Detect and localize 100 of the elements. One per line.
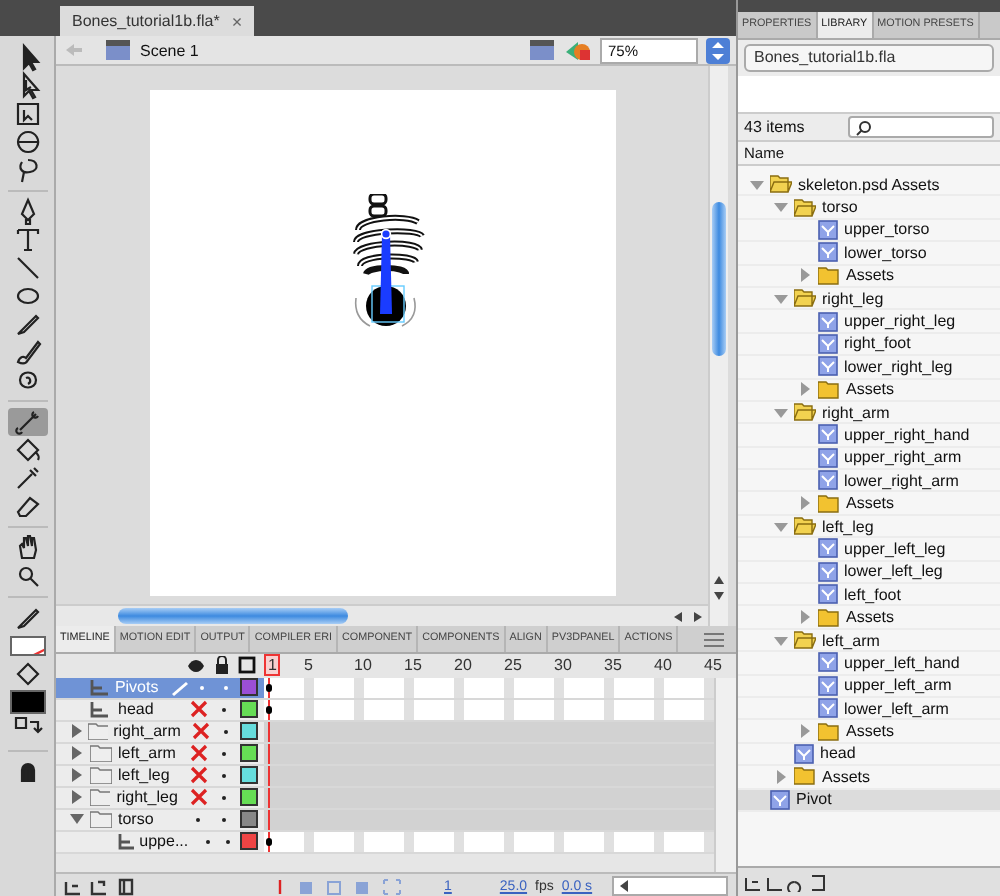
- layer-row[interactable]: uppe...: [56, 831, 264, 854]
- library-item[interactable]: right_foot: [738, 333, 1000, 357]
- layer-row[interactable]: right_leg: [56, 787, 264, 810]
- visible-dot[interactable]: [200, 685, 205, 690]
- layer-color-swatch[interactable]: [240, 832, 259, 851]
- library-item-name: Assets: [846, 266, 895, 285]
- library-item[interactable]: Assets: [738, 379, 1000, 402]
- library-item[interactable]: upper_right_arm: [738, 447, 1000, 471]
- disclosure-triangle-icon[interactable]: [774, 291, 788, 306]
- hidden-x-icon[interactable]: [192, 722, 211, 741]
- library-item[interactable]: Pivot: [738, 789, 1000, 812]
- layer-color-swatch[interactable]: [240, 810, 258, 829]
- library-item-name: upper_right_hand: [844, 425, 970, 444]
- hidden-x-icon[interactable]: [189, 700, 207, 719]
- hidden-x-icon[interactable]: [190, 788, 209, 807]
- horizontal-scrollbar-thumb[interactable]: [118, 608, 348, 624]
- library-document-dropdown[interactable]: Bones_tutorial1b.fla: [744, 44, 994, 72]
- layer-color-swatch[interactable]: [240, 678, 259, 697]
- layer-name: torso: [118, 810, 154, 829]
- library-item[interactable]: upper_left_hand: [738, 652, 1000, 676]
- layer-color-swatch[interactable]: [240, 744, 258, 763]
- frame-number: 35: [604, 656, 622, 674]
- disclosure-triangle-icon[interactable]: [774, 405, 788, 420]
- layer-color-swatch[interactable]: [240, 766, 258, 785]
- library-item[interactable]: upper_right_hand: [738, 424, 1000, 448]
- layer-row[interactable]: torso: [56, 809, 264, 832]
- library-item-name: lower_right_leg: [844, 357, 953, 376]
- layer-name: left_leg: [118, 766, 170, 785]
- disclosure-triangle-icon[interactable]: [774, 633, 788, 647]
- disclosure-triangle-icon[interactable]: [798, 724, 812, 739]
- disclosure-triangle-icon[interactable]: [70, 812, 84, 827]
- scroll-arrows-icon[interactable]: [712, 574, 726, 602]
- eye-icon[interactable]: [186, 657, 206, 674]
- disclosure-triangle-icon[interactable]: [798, 268, 812, 283]
- layer-color-swatch[interactable]: [240, 722, 258, 741]
- layer-row[interactable]: head: [56, 699, 264, 722]
- library-item[interactable]: upper_left_arm: [738, 675, 1000, 698]
- disclosure-triangle-icon[interactable]: [774, 519, 788, 534]
- vertical-scrollbar-thumb[interactable]: [712, 202, 726, 356]
- disclosure-triangle-icon[interactable]: [798, 610, 812, 625]
- library-item[interactable]: upper_left_leg: [738, 538, 1000, 562]
- layer-name: uppe...: [139, 832, 189, 851]
- disclosure-triangle-icon[interactable]: [70, 790, 84, 805]
- search-field[interactable]: [848, 116, 994, 138]
- library-item[interactable]: Assets: [738, 606, 1000, 630]
- symbol-icon: [818, 424, 838, 445]
- layer-color-swatch[interactable]: [240, 788, 259, 807]
- visible-dot[interactable]: [205, 839, 210, 844]
- library-item[interactable]: lower_left_arm: [738, 697, 1000, 721]
- library-item[interactable]: torso: [738, 196, 1000, 220]
- library-item[interactable]: Assets: [738, 492, 1000, 516]
- library-item[interactable]: right_leg: [738, 287, 1000, 311]
- library-item-name: left_foot: [844, 585, 901, 604]
- timeline-scrollbar[interactable]: [714, 677, 736, 873]
- disclosure-triangle-icon[interactable]: [798, 496, 812, 511]
- library-item[interactable]: head: [738, 743, 1000, 767]
- hidden-x-icon[interactable]: [189, 766, 207, 785]
- scene-label[interactable]: Scene 1: [140, 41, 199, 59]
- library-item[interactable]: left_arm: [738, 629, 1000, 653]
- clapperboard-icon[interactable]: [528, 38, 556, 62]
- fill-tool[interactable]: [7, 688, 47, 716]
- library-item[interactable]: skeleton.psd Assets: [738, 174, 1000, 197]
- library-item[interactable]: lower_torso: [738, 242, 1000, 266]
- scroll-arrows-icon[interactable]: [672, 609, 704, 623]
- outline-icon[interactable]: [238, 656, 256, 675]
- unlocked-dot[interactable]: [223, 729, 228, 734]
- disclosure-triangle-icon[interactable]: [798, 382, 812, 397]
- library-item[interactable]: upper_right_leg: [738, 310, 1000, 334]
- unlocked-dot[interactable]: [223, 685, 228, 690]
- close-icon[interactable]: ×: [231, 11, 243, 31]
- disclosure-triangle-icon[interactable]: [70, 746, 84, 761]
- dropdown-stepper-icon[interactable]: [706, 37, 730, 63]
- panel-menu-icon[interactable]: [704, 631, 724, 647]
- shapes-icon[interactable]: [564, 38, 592, 62]
- library-item[interactable]: right_arm: [738, 401, 1000, 425]
- layer-row[interactable]: right_arm: [56, 721, 264, 744]
- disclosure-triangle-icon[interactable]: [750, 177, 764, 192]
- library-item[interactable]: Assets: [738, 720, 1000, 744]
- library-item[interactable]: lower_right_leg: [738, 356, 1000, 380]
- library-item[interactable]: left_leg: [738, 515, 1000, 539]
- disclosure-triangle-icon[interactable]: [774, 769, 788, 784]
- unlocked-dot[interactable]: [222, 795, 227, 800]
- nostroke-tool[interactable]: [7, 632, 47, 660]
- library-item[interactable]: lower_right_arm: [738, 470, 1000, 493]
- layer-name: right_leg: [116, 788, 178, 807]
- layer-row[interactable]: left_leg: [56, 765, 264, 788]
- library-item[interactable]: Assets: [738, 265, 1000, 288]
- layer-color-swatch[interactable]: [240, 700, 258, 719]
- disclosure-triangle-icon[interactable]: [70, 724, 83, 739]
- document-tab[interactable]: Bones_tutorial1b.fla* ×: [60, 6, 255, 36]
- hidden-x-icon[interactable]: [189, 744, 207, 763]
- disclosure-triangle-icon[interactable]: [70, 768, 84, 783]
- lock-icon[interactable]: [214, 656, 230, 675]
- library-item[interactable]: upper_torso: [738, 219, 1000, 243]
- bone-tool[interactable]: [7, 408, 47, 436]
- unlocked-dot[interactable]: [225, 839, 230, 844]
- layer-row[interactable]: left_arm: [56, 743, 264, 766]
- library-item[interactable]: left_foot: [738, 584, 1000, 607]
- disclosure-triangle-icon[interactable]: [774, 200, 788, 215]
- library-item[interactable]: lower_left_leg: [738, 561, 1000, 585]
